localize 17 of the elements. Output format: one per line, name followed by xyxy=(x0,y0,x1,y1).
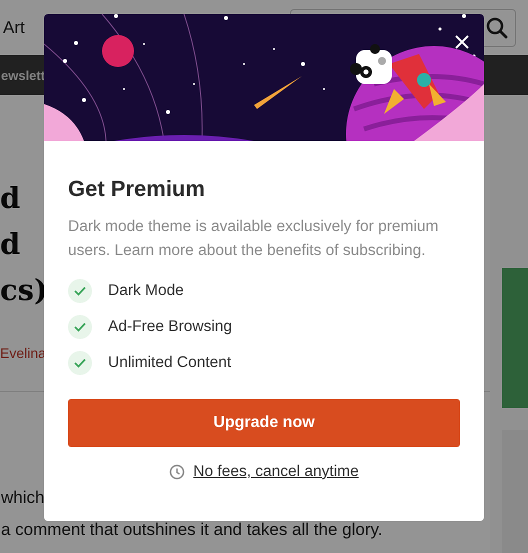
article-title-line: cs) xyxy=(0,272,48,309)
feature-label: Ad-Free Browsing xyxy=(108,318,232,336)
cancel-anytime-link[interactable]: No fees, cancel anytime xyxy=(193,463,359,481)
close-icon xyxy=(454,34,470,50)
article-title-line: d xyxy=(0,180,20,217)
upgrade-button[interactable]: Upgrade now xyxy=(68,399,460,447)
nav-link[interactable]: Art xyxy=(3,18,25,38)
article-title-line: d xyxy=(0,226,20,263)
modal-description: Dark mode theme is available exclusively for premium users. Learn more about the benefits of subscribing. xyxy=(68,217,440,261)
feature-label: Dark Mode xyxy=(108,282,184,300)
article-text-line: which xyxy=(1,487,44,509)
article-text-line: a comment that outshines it and takes all the glory. xyxy=(1,519,382,541)
clock-icon xyxy=(169,464,186,480)
nav-link[interactable]: ewslett xyxy=(1,68,46,82)
feature-label: Unlimited Content xyxy=(108,354,232,372)
modal-title: Get Premium xyxy=(68,175,206,203)
search-icon[interactable] xyxy=(485,16,509,40)
